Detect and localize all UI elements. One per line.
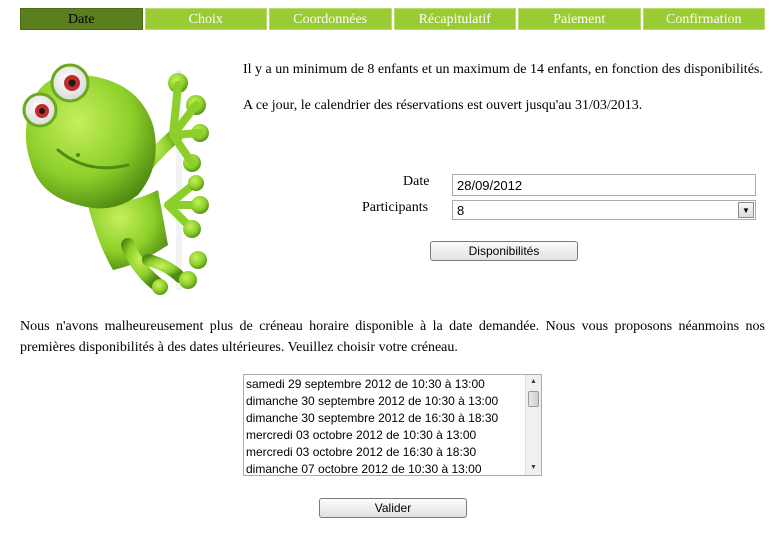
step-date[interactable]: Date: [20, 8, 143, 30]
step-coordonnees[interactable]: Coordonnées: [269, 8, 392, 30]
availability-button[interactable]: Disponibilités: [430, 241, 578, 261]
participants-label: Participants: [362, 200, 429, 215]
step-choix[interactable]: Choix: [144, 8, 267, 30]
step-paiement[interactable]: Paiement: [518, 8, 641, 30]
scroll-down-arrow-icon[interactable]: ▼: [526, 461, 541, 475]
timeslot-option[interactable]: dimanche 07 octobre 2012 de 10:30 à 13:0…: [246, 461, 498, 475]
timeslot-option[interactable]: dimanche 30 septembre 2012 de 10:30 à 13…: [246, 393, 498, 410]
gecko-mascot-image: [22, 63, 209, 295]
step-confirmation[interactable]: Confirmation: [642, 8, 765, 30]
date-label: Date: [403, 174, 430, 189]
participants-select[interactable]: 8 ▼: [452, 200, 756, 220]
timeslot-list: samedi 29 septembre 2012 de 10:30 à 13:0…: [246, 376, 498, 475]
timeslot-option[interactable]: mercredi 03 octobre 2012 de 10:30 à 13:0…: [246, 427, 498, 444]
scroll-up-arrow-icon[interactable]: ▲: [526, 375, 541, 389]
timeslot-option[interactable]: dimanche 30 septembre 2012 de 16:30 à 18…: [246, 410, 498, 427]
timeslot-option[interactable]: mercredi 03 octobre 2012 de 16:30 à 18:3…: [246, 444, 498, 461]
timeslot-listbox[interactable]: samedi 29 septembre 2012 de 10:30 à 13:0…: [243, 374, 542, 476]
unavailable-message: Nous n'avons malheureusement plus de cré…: [20, 319, 765, 355]
validate-button[interactable]: Valider: [319, 498, 467, 518]
timeslot-option[interactable]: samedi 29 septembre 2012 de 10:30 à 13:0…: [246, 376, 498, 393]
intro-paragraph-2: A ce jour, le calendrier des réservation…: [243, 98, 643, 113]
step-recapitulatif[interactable]: Récapitulatif: [393, 8, 516, 30]
scrollbar-thumb[interactable]: [528, 391, 539, 407]
chevron-down-icon[interactable]: ▼: [738, 202, 754, 218]
intro-paragraph-1: Il y a un minimum de 8 enfants et un max…: [243, 62, 763, 77]
step-navigation: Date Choix Coordonnées Récapitulatif Pai…: [20, 8, 765, 30]
date-input[interactable]: [452, 174, 756, 196]
listbox-scrollbar[interactable]: ▲ ▼: [525, 375, 541, 475]
participants-selected-value: 8: [457, 203, 465, 218]
intro-text: Il y a un minimum de 8 enfants et un max…: [243, 60, 765, 132]
